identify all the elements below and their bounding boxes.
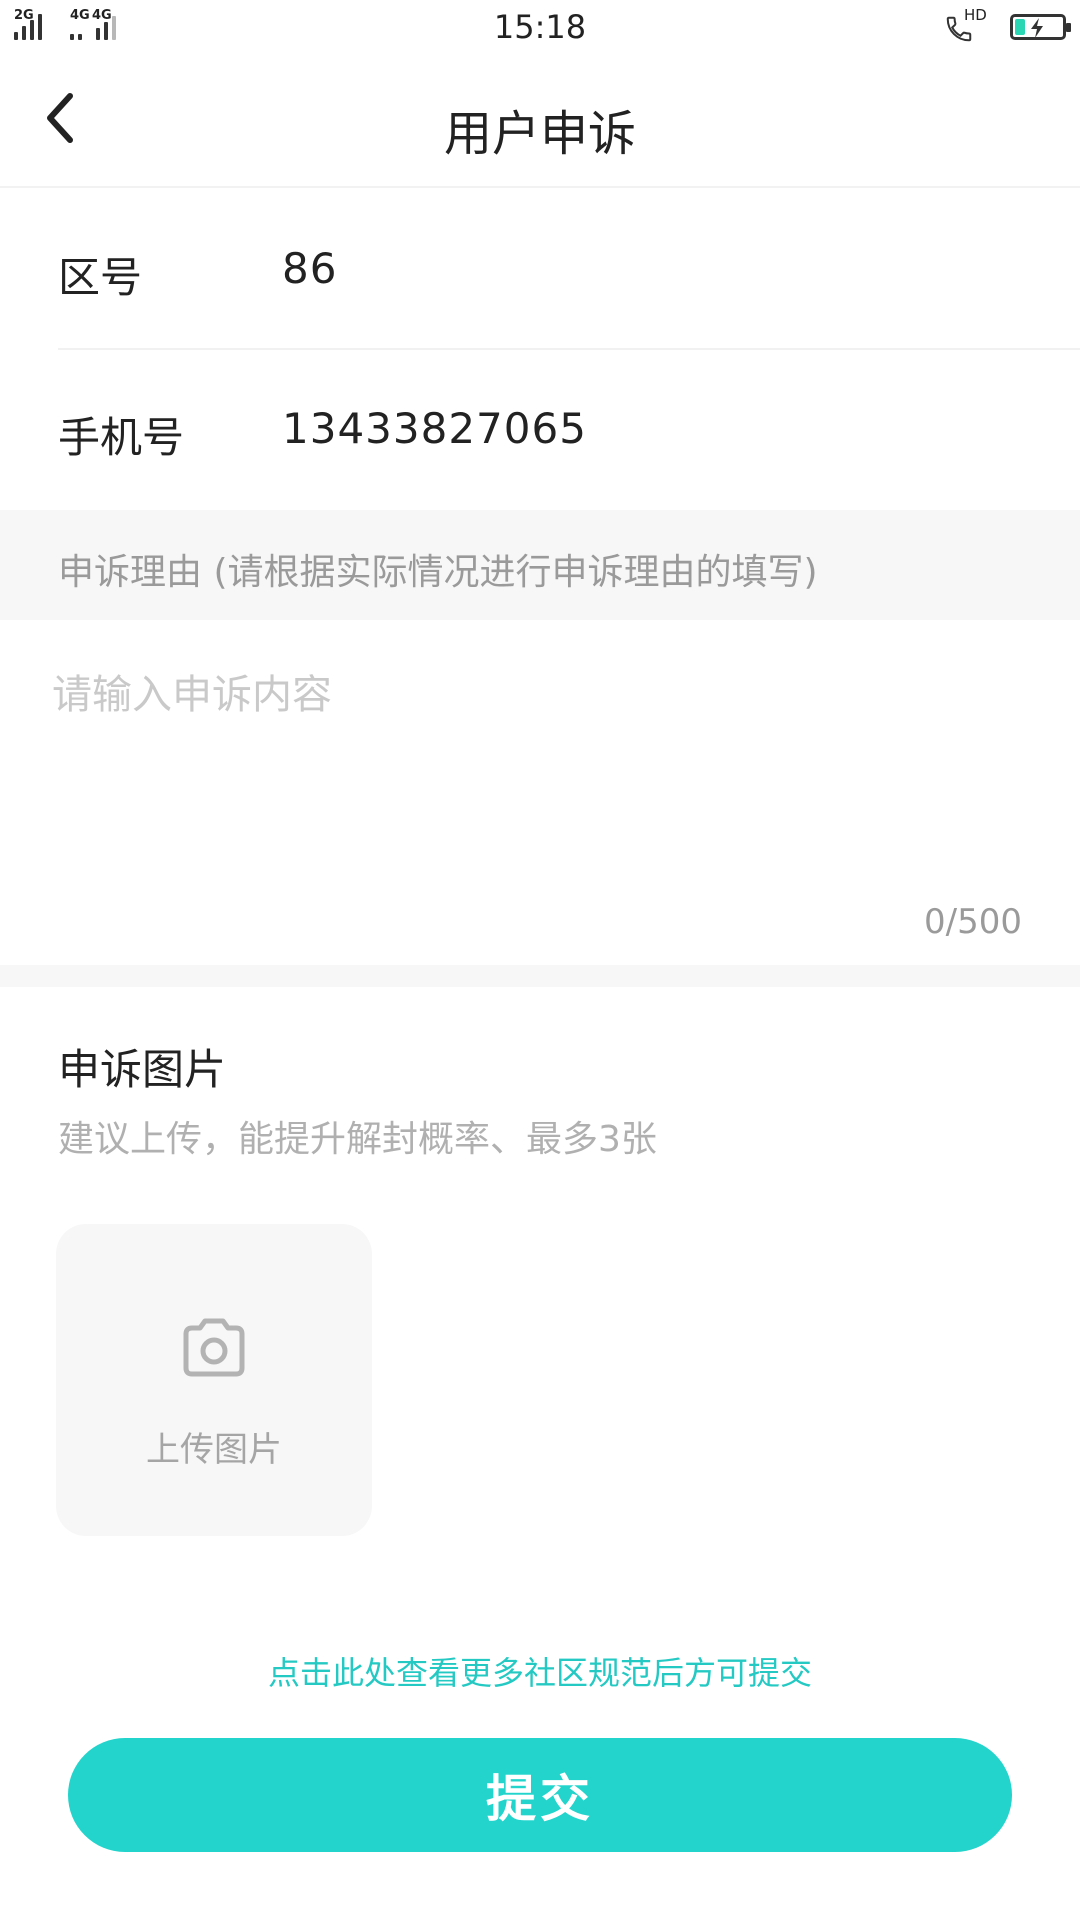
submit-button[interactable]: 提交 [68,1738,1012,1852]
camera-icon [183,1318,245,1377]
status-bar: 2G 4G 4G 15:18 HD [0,0,1080,58]
area-code-row: 区号 86 [0,190,1080,350]
status-time: 15:18 [493,8,587,46]
hd-label: HD [964,6,987,24]
hd-call-icon: HD [944,6,988,44]
page-title: 用户申诉 [443,106,636,162]
appeal-page: 2G 4G 4G 15:18 HD 用户申诉 区号 86 手机号 1343382… [0,0,1080,1920]
nav-header: 用户申诉 [0,58,1080,188]
photos-hint: 建议上传，能提升解封概率、最多3张 [58,1119,657,1160]
community-rules-link[interactable]: 点击此处查看更多社区规范后方可提交 [0,1648,1080,1694]
char-counter: 0/500 [924,902,1022,942]
phone-row: 手机号 13433827065 [0,350,1080,510]
upload-image-button[interactable]: 上传图片 [56,1224,372,1536]
reason-input[interactable] [50,660,1010,890]
phone-label: 手机号 [58,413,185,462]
upload-image-label: 上传图片 [146,1430,282,1470]
battery-charging-icon [1010,14,1071,40]
reason-section-header: 申诉理由 (请根据实际情况进行申诉理由的填写) [0,510,1080,620]
area-code-value[interactable]: 86 [282,244,337,293]
reason-section-label: 申诉理由 (请根据实际情况进行申诉理由的填写) [58,552,818,593]
area-code-label: 区号 [58,253,143,302]
photos-title: 申诉图片 [58,1045,227,1094]
phone-value[interactable]: 13433827065 [282,404,587,453]
status-right: HD [944,6,1071,44]
reason-area: 0/500 [0,620,1080,965]
section-gap [0,965,1080,987]
